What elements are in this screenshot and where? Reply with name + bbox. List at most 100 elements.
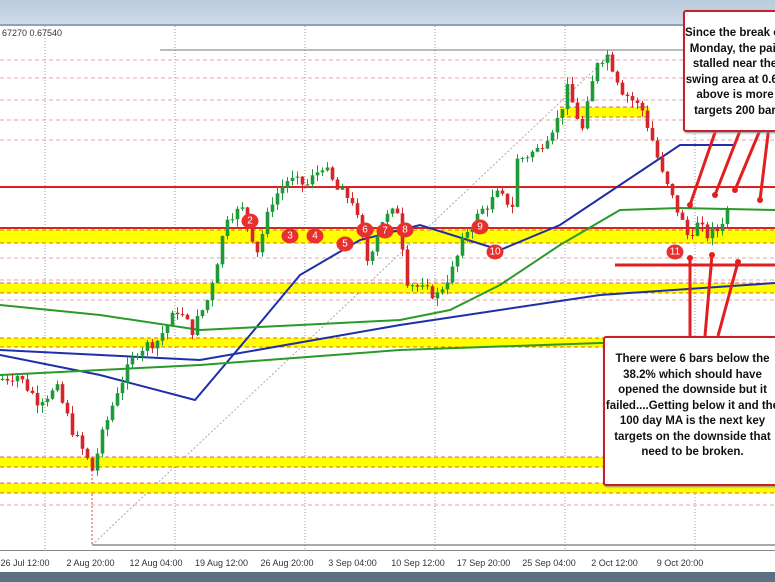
- candle-body: [385, 213, 390, 223]
- red-arrow-head: [687, 202, 693, 208]
- candle-body: [375, 236, 380, 252]
- candle-body: [165, 325, 170, 334]
- x-tick-label: 26 Aug 20:00: [260, 558, 314, 568]
- candle-body: [80, 435, 85, 449]
- candle-body: [280, 187, 285, 194]
- candle-body: [315, 172, 320, 176]
- candle-body: [290, 177, 295, 182]
- candle-body: [210, 283, 215, 301]
- candle-body: [295, 176, 300, 178]
- candle-body: [490, 196, 495, 210]
- red-arrow-head: [712, 192, 718, 198]
- candle-body: [580, 118, 585, 129]
- candle-body: [105, 420, 110, 430]
- swing-label: 7: [376, 223, 394, 239]
- candle-body: [625, 94, 630, 97]
- candle-body: [20, 376, 25, 380]
- candle-body: [125, 364, 130, 383]
- candle-body: [235, 208, 240, 220]
- candle-body: [680, 212, 685, 220]
- candle-body: [135, 355, 140, 358]
- candle-body: [485, 208, 490, 210]
- candle-body: [445, 282, 450, 290]
- candle-body: [550, 132, 555, 141]
- candle-body: [140, 350, 145, 356]
- candle-body: [170, 312, 175, 326]
- x-tick-label: 12 Aug 04:00: [129, 558, 183, 568]
- candle-body: [340, 187, 345, 190]
- candle-body: [200, 310, 205, 317]
- candle-body: [55, 384, 60, 391]
- candle-body: [50, 390, 55, 399]
- candle-body: [285, 181, 290, 188]
- candle-body: [600, 62, 605, 64]
- candle-body: [15, 376, 20, 382]
- candle-body: [70, 413, 75, 436]
- x-tick-label: 25 Sep 04:00: [522, 558, 576, 568]
- candle-body: [505, 193, 510, 205]
- candle-body: [195, 316, 200, 336]
- swing-label: 6: [356, 222, 374, 238]
- candle-body: [40, 402, 45, 406]
- callout-line: swing area at 0.68: [685, 73, 775, 86]
- swing-label: 2: [241, 213, 259, 229]
- candle-body: [570, 84, 575, 103]
- candle-body: [5, 378, 10, 381]
- candle-body: [700, 222, 705, 225]
- candle-body: [175, 312, 180, 315]
- candle-body: [25, 379, 30, 391]
- swing-label: 9: [471, 219, 489, 235]
- candle-body: [85, 448, 90, 459]
- bottom-callout: There were 6 bars below the 38.2% which …: [603, 336, 775, 486]
- candle-body: [560, 108, 565, 118]
- red-arrow-head: [735, 259, 741, 265]
- candle-body: [265, 211, 270, 235]
- candle-body: [115, 393, 120, 406]
- candle-body: [335, 179, 340, 190]
- candle-body: [460, 237, 465, 256]
- candle-body: [405, 249, 410, 286]
- candle-body: [685, 219, 690, 236]
- candle-body: [520, 157, 525, 159]
- callout-line: above is more: [696, 89, 774, 101]
- ohlc-readout: 67270 0.67540: [2, 28, 63, 38]
- candle-body: [255, 241, 260, 253]
- candle-body: [420, 285, 425, 287]
- red-arrow-head: [687, 255, 693, 261]
- candle-body: [585, 101, 590, 129]
- x-tick-label: 2 Oct 12:00: [591, 558, 638, 568]
- candle-body: [695, 222, 700, 236]
- swing-label: 8: [396, 222, 414, 238]
- x-axis: 26 Jul 12:00 2 Aug 20:00 12 Aug 04:00 19 Au…: [0, 550, 775, 573]
- candle-body: [130, 357, 135, 365]
- candle-body: [430, 286, 435, 299]
- candle-body: [10, 380, 15, 382]
- candle-body: [715, 227, 720, 232]
- candle-body: [620, 82, 625, 95]
- candle-body: [60, 384, 65, 403]
- red-arrow: [703, 254, 714, 337]
- candle-body: [180, 314, 185, 316]
- candle-body: [595, 63, 600, 82]
- candle-body: [665, 171, 670, 184]
- candle-body: [535, 148, 540, 152]
- candle-body: [95, 453, 100, 471]
- candle-body: [425, 285, 430, 287]
- candle-body: [65, 402, 70, 414]
- candle-body: [525, 157, 530, 159]
- candle-body: [90, 458, 95, 471]
- callout-line: targets 200 bar: [694, 104, 775, 117]
- candle-body: [240, 207, 245, 209]
- candle-body: [230, 219, 235, 221]
- candle-body: [260, 234, 265, 253]
- candle-body: [355, 203, 360, 216]
- swing-label: 5: [336, 236, 354, 252]
- swing-label: 3: [281, 228, 299, 244]
- candle-body: [100, 429, 105, 454]
- candle-body: [635, 100, 640, 103]
- candle-body: [350, 197, 355, 204]
- candle-body: [640, 102, 645, 111]
- callout-line: Since the break on: [685, 27, 775, 39]
- candle-body: [590, 81, 595, 102]
- candle-body: [190, 319, 195, 336]
